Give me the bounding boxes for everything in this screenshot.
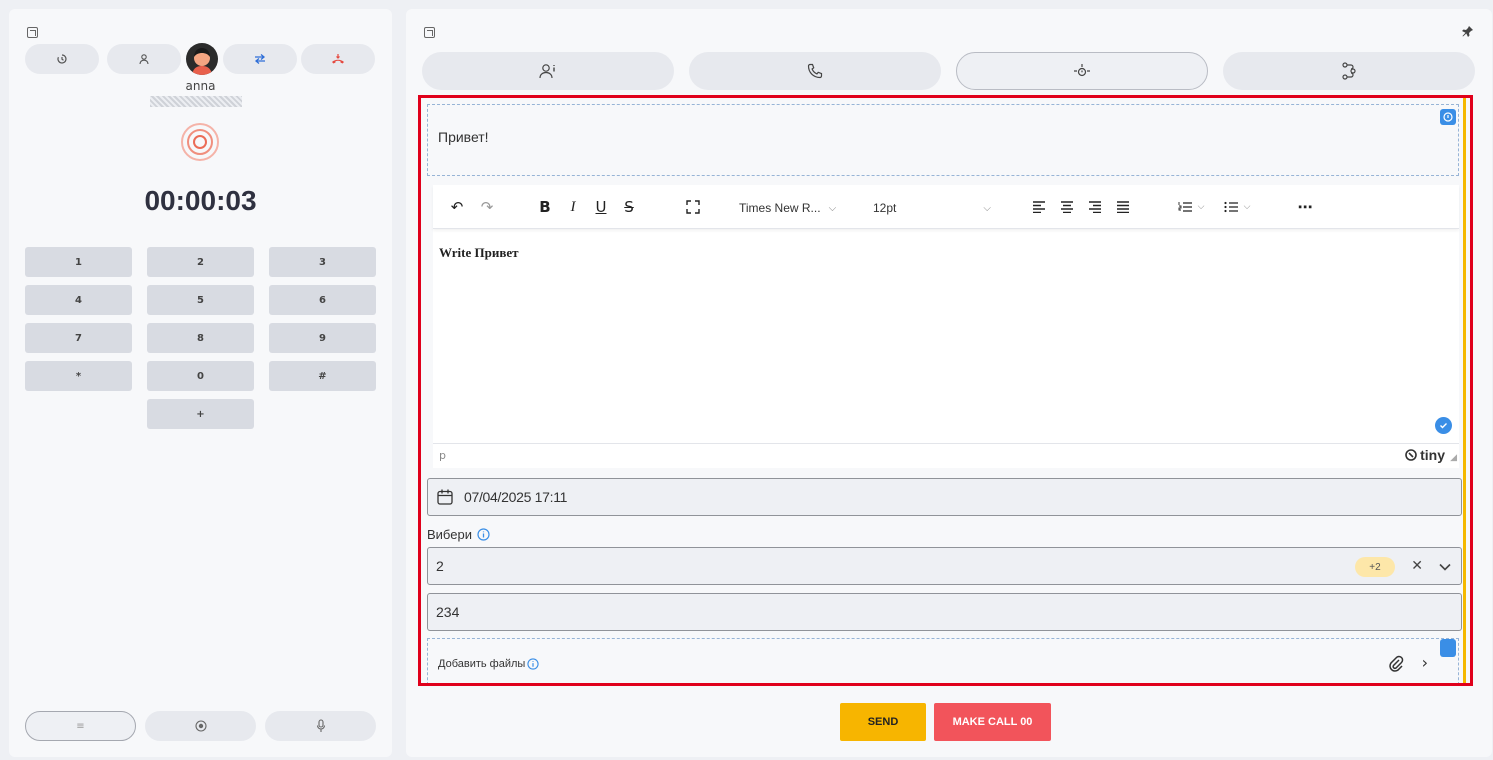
- editor-toolbar: ↶ ↷ B I U S Times New R... ⌵ 12pt ⌵ ⌵ ⌵ …: [433, 185, 1459, 229]
- caller-name: anna: [185, 79, 216, 93]
- align-left-icon[interactable]: [1027, 197, 1051, 217]
- files-label: Добавить файлы: [438, 658, 539, 670]
- chevron-down-icon: ⌵: [1243, 202, 1251, 212]
- pin-icon[interactable]: [1462, 25, 1474, 37]
- tab-contact-info[interactable]: [422, 52, 674, 90]
- chevron-right-icon[interactable]: ›: [1422, 653, 1428, 672]
- hangup-button[interactable]: [301, 44, 375, 74]
- align-center-icon[interactable]: [1055, 197, 1079, 217]
- status-path[interactable]: p: [439, 449, 446, 462]
- rich-text-editor: ↶ ↷ B I U S Times New R... ⌵ 12pt ⌵ ⌵ ⌵ …: [433, 185, 1459, 468]
- numbered-list-icon[interactable]: ⌵: [1171, 197, 1211, 217]
- record-button[interactable]: [145, 711, 256, 741]
- datetime-value: 07/04/2025 17:11: [464, 489, 568, 505]
- clear-icon[interactable]: ✕: [1411, 557, 1423, 574]
- key-8[interactable]: 8: [147, 323, 254, 353]
- align-right-icon[interactable]: [1083, 197, 1107, 217]
- form-scrollbar[interactable]: [1463, 98, 1466, 683]
- avatar: [186, 43, 218, 75]
- check-icon: [1435, 417, 1452, 434]
- mic-button[interactable]: [265, 711, 376, 741]
- transfer-button[interactable]: [223, 44, 297, 74]
- contact-info-icon: [539, 64, 555, 79]
- more-icon[interactable]: ⋯: [1293, 197, 1317, 217]
- extra-count-badge: +2: [1355, 557, 1395, 577]
- key-7[interactable]: 7: [25, 323, 132, 353]
- key-star[interactable]: *: [25, 361, 132, 391]
- form-area: Привет! ↶ ↷ B I U S Times New R... ⌵ 12p…: [418, 95, 1473, 686]
- make-call-button[interactable]: MAKE CALL 00: [934, 703, 1051, 741]
- caller-number: [150, 96, 242, 107]
- greeting-text: Привет!: [438, 129, 489, 145]
- key-3[interactable]: 3: [269, 247, 376, 277]
- greeting-block: Привет!: [427, 104, 1459, 176]
- file-badge-icon[interactable]: [1440, 639, 1456, 657]
- key-5[interactable]: 5: [147, 285, 254, 315]
- info-icon[interactable]: [527, 658, 539, 670]
- bullet-list-icon[interactable]: ⌵: [1217, 197, 1257, 217]
- dialer-panel: anna 00:00:03 1 2 3 4 5 6 7 8 9 * 0 # +: [9, 9, 392, 757]
- expand-icon[interactable]: [424, 27, 435, 38]
- files-block: Добавить файлы ›: [427, 638, 1459, 683]
- underline-icon[interactable]: U: [589, 197, 613, 217]
- font-family-select[interactable]: Times New R... ⌵: [739, 197, 861, 219]
- fullscreen-icon[interactable]: [681, 197, 705, 217]
- menu-button[interactable]: ≡: [25, 711, 136, 741]
- key-2[interactable]: 2: [147, 247, 254, 277]
- workflow-icon: [1342, 62, 1356, 80]
- history-button[interactable]: [25, 44, 99, 74]
- contacts-button[interactable]: [107, 44, 181, 74]
- record-icon: [194, 720, 207, 732]
- text-value: 234: [436, 604, 460, 620]
- calendar-icon: [437, 489, 453, 505]
- tab-hand[interactable]: [956, 52, 1208, 90]
- editor-content[interactable]: Write Привет: [439, 245, 519, 261]
- font-size-select[interactable]: 12pt ⌵: [873, 197, 991, 219]
- italic-icon[interactable]: I: [561, 197, 585, 217]
- mic-icon: [316, 719, 325, 732]
- datetime-field[interactable]: 07/04/2025 17:11: [427, 478, 1462, 516]
- menu-icon: ≡: [76, 720, 85, 732]
- undo-icon[interactable]: ↶: [445, 197, 469, 217]
- select-label: Вибери: [427, 527, 490, 542]
- key-plus[interactable]: +: [147, 399, 254, 429]
- tiny-logo[interactable]: tiny: [1405, 447, 1445, 463]
- align-justify-icon[interactable]: [1111, 197, 1135, 217]
- tab-phone[interactable]: [689, 52, 941, 90]
- select-value: 2: [436, 558, 444, 574]
- editor-statusbar: p tiny ◢: [433, 443, 1459, 468]
- paperclip-icon[interactable]: [1388, 655, 1404, 673]
- chevron-down-icon: ⌵: [1197, 202, 1205, 212]
- multi-select-field[interactable]: 2 +2 ✕: [427, 547, 1462, 585]
- key-4[interactable]: 4: [25, 285, 132, 315]
- key-hash[interactable]: #: [269, 361, 376, 391]
- hand-icon: [1074, 64, 1090, 77]
- key-6[interactable]: 6: [269, 285, 376, 315]
- chevron-down-icon[interactable]: [1439, 563, 1451, 571]
- bold-icon[interactable]: B: [533, 197, 557, 217]
- tab-workflow[interactable]: [1223, 52, 1475, 90]
- info-icon[interactable]: [477, 528, 490, 541]
- key-1[interactable]: 1: [25, 247, 132, 277]
- chevron-down-icon: ⌵: [983, 202, 991, 214]
- redo-icon[interactable]: ↷: [475, 197, 499, 217]
- phone-icon: [807, 63, 823, 79]
- resize-handle-icon[interactable]: ◢: [1450, 453, 1457, 463]
- strikethrough-icon[interactable]: S: [617, 197, 641, 217]
- call-timer: 00:00:03: [144, 185, 257, 216]
- ringing-icon: [180, 122, 220, 162]
- info-badge-icon[interactable]: [1440, 109, 1456, 125]
- text-field[interactable]: 234: [427, 593, 1462, 631]
- key-9[interactable]: 9: [269, 323, 376, 353]
- chevron-down-icon: ⌵: [828, 202, 837, 214]
- send-button[interactable]: SEND: [840, 703, 926, 741]
- expand-icon[interactable]: [27, 27, 38, 38]
- key-0[interactable]: 0: [147, 361, 254, 391]
